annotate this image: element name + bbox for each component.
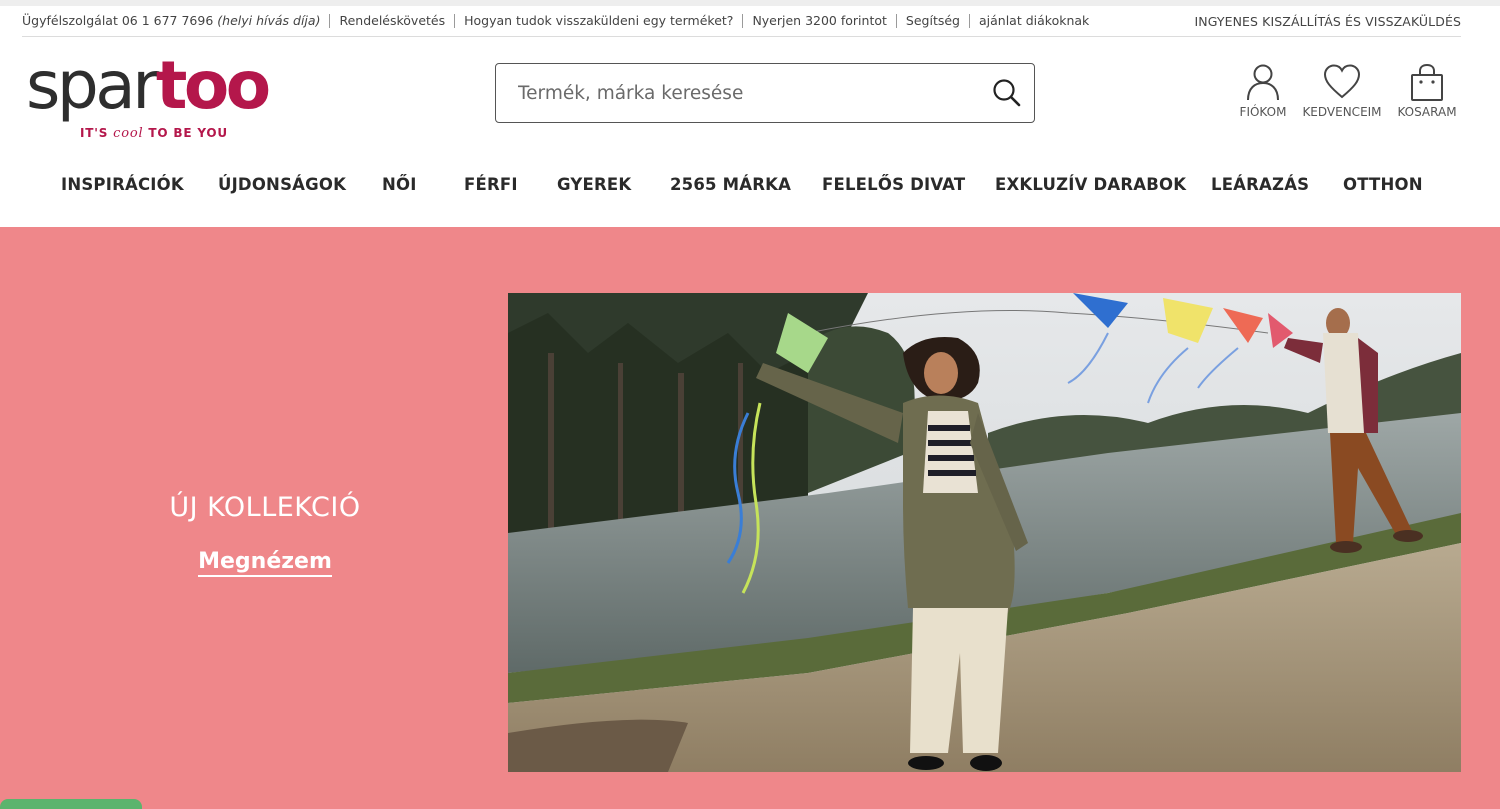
logo-tagline-cool: cool (113, 126, 144, 141)
nav-inspirations[interactable]: INSPIRÁCIÓK (61, 175, 184, 194)
account-actions: FIÓKOM KEDVENCEIM KOSARAM (1232, 62, 1464, 124)
nav-sale[interactable]: LEÁRAZÁS (1211, 175, 1309, 194)
favorites-button[interactable]: KEDVENCEIM (1298, 62, 1386, 119)
nav-brands[interactable]: 2565 MÁRKA (670, 175, 791, 194)
nav-new-arrivals[interactable]: ÚJDONSÁGOK (218, 175, 346, 194)
logo-tagline: IT'S cool TO BE YOU (80, 126, 228, 141)
cart-button[interactable]: KOSARAM (1390, 62, 1464, 119)
search-icon (993, 79, 1021, 107)
search-input[interactable] (518, 78, 978, 108)
search-button[interactable] (990, 76, 1024, 110)
hero-title: ÚJ KOLLEKCIÓ (169, 492, 361, 523)
customer-service-phone: Ügyfélszolgálat 06 1 677 7696 (22, 13, 214, 28)
win-forint-link[interactable]: Nyerjen 3200 forintot (742, 14, 895, 28)
logo-spar: spar (26, 47, 159, 124)
help-link[interactable]: Segítség (895, 14, 969, 28)
main-navigation: INSPIRÁCIÓK ÚJDONSÁGOK NŐI FÉRFI GYEREK … (0, 160, 1500, 210)
nav-kids[interactable]: GYEREK (557, 175, 631, 194)
hero-cta-link[interactable]: Megnézem (198, 549, 332, 577)
account-button[interactable]: FIÓKOM (1232, 62, 1294, 119)
favorites-label: KEDVENCEIM (1302, 105, 1382, 119)
customer-service-link[interactable]: Ügyfélszolgálat 06 1 677 7696 (helyi hív… (22, 14, 329, 28)
search-box (495, 63, 1035, 123)
hero-cta-wrapper: Megnézem (0, 549, 530, 577)
nav-women[interactable]: NŐI (382, 175, 417, 194)
nav-exclusive[interactable]: EXKLUZÍV DARABOK (995, 175, 1186, 194)
shopping-bag-icon (1411, 63, 1443, 101)
spartoo-logo[interactable]: spartoo IT'S cool TO BE YOU (26, 47, 301, 145)
nav-men[interactable]: FÉRFI (464, 175, 518, 194)
order-tracking-link[interactable]: Rendeléskövetés (329, 14, 454, 28)
hero-photo-illustration (508, 293, 1461, 772)
return-info-link[interactable]: Hogyan tudok visszaküldeni egy terméket? (454, 14, 742, 28)
logo-tagline-end: TO BE YOU (143, 126, 228, 140)
hero-photo[interactable] (508, 293, 1461, 772)
heart-icon (1323, 64, 1361, 99)
user-icon (1247, 64, 1279, 101)
logo-wordmark: spartoo (26, 46, 271, 126)
logo-too: too (155, 47, 271, 124)
free-shipping-link[interactable]: INGYENES KISZÁLLÍTÁS ÉS VISSZAKÜLDÉS (1194, 14, 1461, 29)
utility-links: Ügyfélszolgálat 06 1 677 7696 (helyi hív… (22, 14, 1098, 28)
logo-tagline-start: IT'S (80, 126, 114, 140)
utility-bar: Ügyfélszolgálat 06 1 677 7696 (helyi hív… (22, 6, 1461, 37)
nav-responsible-fashion[interactable]: FELELŐS DIVAT (822, 175, 965, 194)
nav-home[interactable]: OTTHON (1343, 175, 1423, 194)
student-offer-link[interactable]: ajánlat diákoknak (968, 14, 1098, 28)
hero-banner: ÚJ KOLLEKCIÓ Megnézem (0, 227, 1500, 809)
account-label: FIÓKOM (1239, 105, 1287, 119)
customer-service-note: (helyi hívás díja) (217, 13, 321, 28)
chat-tab[interactable] (0, 799, 142, 809)
cart-label: KOSARAM (1397, 105, 1457, 119)
